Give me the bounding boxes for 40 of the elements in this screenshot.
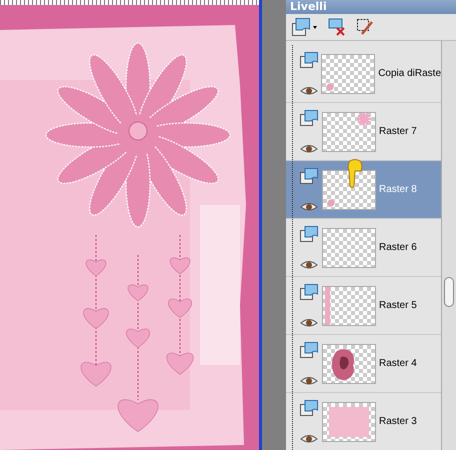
eye-icon[interactable]	[300, 376, 318, 386]
layer-row[interactable]: Raster 4	[286, 335, 441, 392]
eye-icon[interactable]	[300, 434, 318, 444]
layer-icon	[300, 284, 318, 300]
layer-icon	[300, 342, 318, 358]
eye-icon[interactable]	[300, 144, 318, 154]
layer-row[interactable]: Raster 6	[286, 219, 441, 276]
eye-icon[interactable]	[300, 260, 318, 270]
layer-name: Raster 8	[379, 184, 417, 195]
layer-name: Raster 7	[379, 126, 417, 137]
eye-icon[interactable]	[300, 86, 318, 96]
layer-icon	[300, 400, 318, 416]
layer-thumbnail	[322, 402, 376, 442]
panel-title: Livelli	[286, 0, 456, 14]
layer-thumbnail	[322, 286, 376, 326]
layer-row[interactable]: Raster 5	[286, 277, 441, 334]
layer-thumbnail	[322, 112, 376, 152]
layer-name: Copia diRaste	[378, 68, 441, 79]
scrollbar[interactable]	[442, 41, 456, 450]
layer-row[interactable]: Raster 7	[286, 103, 441, 160]
layer-name: Raster 6	[379, 242, 417, 253]
layer-row[interactable]: Raster 3	[286, 393, 441, 450]
layer-name: Raster 4	[379, 358, 417, 369]
layer-row[interactable]: Copia diRaste	[286, 45, 441, 102]
new-layer-dropdown-icon[interactable]	[292, 18, 318, 36]
delete-layer-icon[interactable]	[328, 18, 346, 36]
layer-thumbnail	[321, 54, 376, 94]
eye-icon[interactable]	[300, 202, 318, 212]
eye-icon[interactable]	[300, 318, 318, 328]
layer-icon	[300, 226, 318, 242]
layer-thumbnail	[322, 228, 376, 268]
pointing-hand-icon	[346, 159, 364, 189]
layer-thumbnail	[322, 344, 376, 384]
layer-icon	[300, 110, 318, 126]
selection-brush-icon[interactable]	[356, 18, 374, 36]
layer-name: Raster 3	[379, 416, 417, 427]
layer-icon	[300, 52, 318, 68]
layer-icon	[300, 168, 318, 184]
layer-thumbnail	[322, 170, 376, 210]
layer-name: Raster 5	[379, 300, 417, 311]
